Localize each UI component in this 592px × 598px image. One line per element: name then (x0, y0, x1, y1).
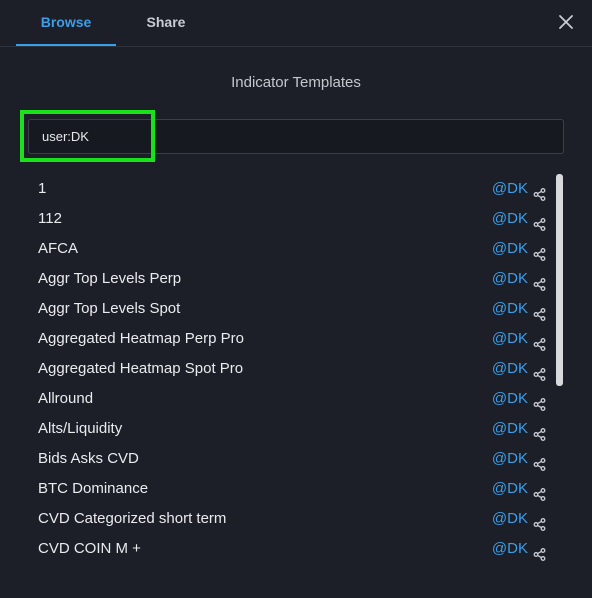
template-author-link[interactable]: @DK (492, 534, 528, 564)
template-name: 112 (38, 210, 62, 227)
template-row[interactable]: Bids Asks CVD @DK (22, 444, 550, 474)
template-name: AFCA (38, 240, 79, 257)
template-author-link[interactable]: @DK (492, 384, 528, 414)
template-name: CVD COIN M + (38, 540, 141, 557)
share-icon[interactable] (533, 212, 546, 231)
tab-bar: Browse Share (0, 0, 592, 47)
template-author-link[interactable]: @DK (492, 414, 528, 444)
share-icon[interactable] (533, 512, 546, 531)
dialog-title: Indicator Templates (231, 74, 361, 91)
share-icon[interactable] (533, 392, 546, 411)
template-name: BTC Dominance (38, 480, 149, 497)
share-icon[interactable] (533, 362, 546, 381)
template-row[interactable]: Aggr Top Levels Spot @DK (22, 294, 550, 324)
template-author-link[interactable]: @DK (492, 294, 528, 324)
share-icon[interactable] (533, 422, 546, 441)
share-icon[interactable] (533, 482, 546, 501)
template-row[interactable]: Aggregated Heatmap Spot Pro @DK (22, 354, 550, 384)
template-row[interactable]: CVD Categorized short term @DK (22, 504, 550, 534)
template-name: Aggr Top Levels Perp (38, 270, 182, 287)
template-name: Aggregated Heatmap Spot Pro (38, 360, 244, 377)
indicator-templates-dialog: Browse Share Indicator Templates 1@DK112… (0, 0, 592, 598)
template-author-link[interactable]: @DK (492, 504, 528, 534)
template-row[interactable]: Aggr Top Levels Perp @DK (22, 264, 550, 294)
share-icon[interactable] (533, 332, 546, 351)
template-list: 1 @DK 112 @DK AFCA @DK Aggr Top Levels Perp @DK… (22, 174, 550, 580)
tab-share[interactable]: Share (116, 0, 216, 46)
share-icon[interactable] (533, 452, 546, 471)
template-author-link[interactable]: @DK (492, 324, 528, 354)
template-name: 1 (38, 180, 47, 197)
template-row[interactable]: Aggregated Heatmap Perp Pro @DK (22, 324, 550, 354)
template-row[interactable]: 112 @DK (22, 204, 550, 234)
template-author-link[interactable]: @DK (492, 234, 528, 264)
template-name: Bids Asks CVD (38, 450, 139, 467)
close-icon[interactable] (558, 14, 574, 30)
share-icon[interactable] (533, 542, 546, 561)
share-icon[interactable] (533, 272, 546, 291)
template-author-link[interactable]: @DK (492, 474, 528, 504)
template-author-link[interactable]: @DK (492, 264, 528, 294)
search-input[interactable] (28, 119, 564, 154)
template-row[interactable]: BTC Dominance @DK (22, 474, 550, 504)
template-name: Aggr Top Levels Spot (38, 300, 181, 317)
template-author-link[interactable]: @DK (492, 354, 528, 384)
template-author-link[interactable]: @DK (492, 204, 528, 234)
template-row[interactable]: CVD COIN M + @DK (22, 534, 550, 564)
tab-browse[interactable]: Browse (16, 0, 116, 46)
template-row[interactable]: AFCA @DK (22, 234, 550, 264)
share-icon[interactable] (533, 242, 546, 261)
template-row[interactable]: Alts/Liquidity @DK (22, 414, 550, 444)
template-row[interactable]: Allround @DK (22, 384, 550, 414)
template-row[interactable]: 1 @DK (22, 174, 550, 204)
template-name: Alts/Liquidity (38, 420, 123, 437)
share-icon[interactable] (533, 182, 546, 201)
template-name: Allround (38, 390, 94, 407)
template-author-link[interactable]: @DK (492, 174, 528, 204)
share-icon[interactable] (533, 302, 546, 321)
template-name: Aggregated Heatmap Perp Pro (38, 330, 244, 347)
scrollbar-thumb[interactable] (556, 174, 563, 386)
template-name: CVD Categorized short term (38, 510, 227, 527)
template-author-link[interactable]: @DK (492, 444, 528, 474)
